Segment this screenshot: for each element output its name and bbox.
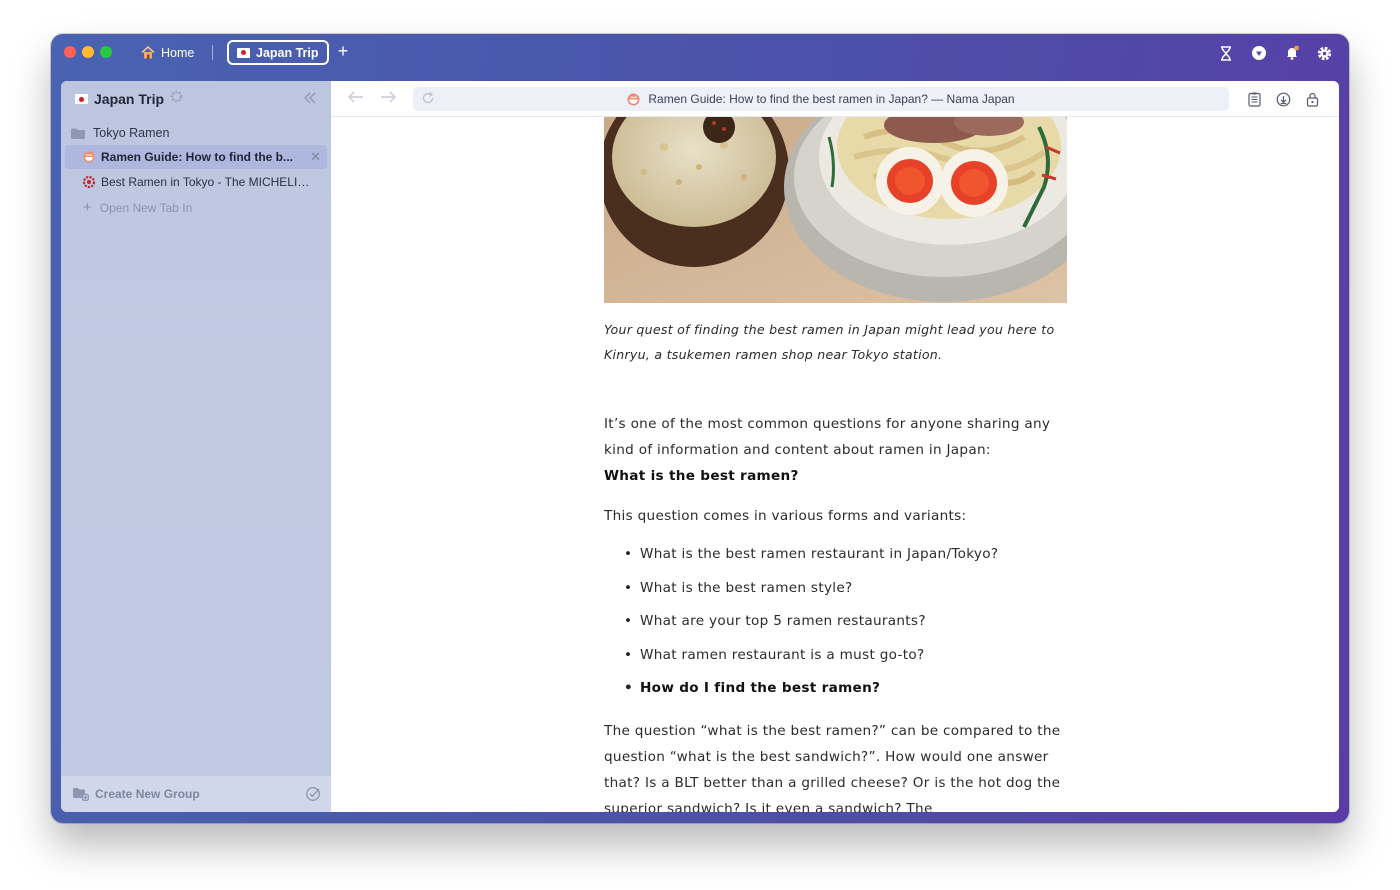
tab-home[interactable]: Home [131,40,204,65]
browser-toolbar: Ramen Guide: How to find the best ramen … [331,81,1339,117]
ramen-favicon [627,93,640,105]
japan-flag-icon [75,94,88,104]
browser-window: Home Japan Trip + Japan Trip Tokyo Ramen… [51,34,1349,823]
sidebar: Japan Trip Tokyo Ramen Ramen Guide: How … [61,81,331,812]
close-window-button[interactable] [64,46,76,58]
page-title: Ramen Guide: How to find the best ramen … [648,92,1015,106]
variants-intro: This question comes in various forms and… [604,508,967,524]
tab-divider [212,45,213,60]
closing-paragraph: The question “what is the best ramen?” c… [604,723,1061,812]
lock-icon[interactable] [1303,90,1321,108]
list-item: What are your top 5 ramen restaurants? [624,608,1064,642]
plus-icon: + [83,199,92,216]
title-bar: Home Japan Trip + [51,34,1349,72]
list-item: How do I find the best ramen? [624,675,1064,709]
browser-pane: Ramen Guide: How to find the best ramen … [331,81,1339,812]
gear-icon[interactable] [1314,43,1334,63]
ramen-photo [604,117,1067,303]
open-new-tab-label: Open New Tab In [99,200,193,215]
photo-caption: Your quest of finding the best ramen in … [604,322,1055,362]
sidebar-item-michelin[interactable]: Best Ramen in Tokyo - The MICHELIN... [65,170,327,194]
ramen-favicon [83,151,95,163]
intro-paragraph: It’s one of the most common questions fo… [604,411,1067,489]
intro-text: It’s one of the most common questions fo… [604,416,1051,458]
house-icon [141,46,155,59]
collapse-sidebar-icon[interactable] [303,91,317,109]
content-area: Japan Trip Tokyo Ramen Ramen Guide: How … [61,81,1339,812]
michelin-favicon [83,176,95,188]
sidebar-title: Japan Trip [94,91,165,107]
sidebar-item-label: Ramen Guide: How to find the b... [101,150,293,164]
create-new-group-button[interactable]: Create New Group [61,776,331,812]
reload-icon[interactable] [421,91,435,108]
folder-icon [71,128,85,139]
forward-arrow-icon[interactable] [379,90,397,108]
sidebar-header: Japan Trip [61,81,331,117]
zoom-window-button[interactable] [100,46,112,58]
list-item: What is the best ramen style? [624,575,1064,609]
list-item: What ramen restaurant is a must go-to? [624,642,1064,676]
tab-home-label: Home [161,45,195,60]
back-arrow-icon[interactable] [347,90,365,108]
sidebar-item-ramen-guide[interactable]: Ramen Guide: How to find the b... ✕ [65,145,327,169]
intro-question: What is the best ramen? [604,468,799,484]
new-group-icon [73,787,89,801]
close-tab-icon[interactable]: ✕ [310,149,321,165]
select-tabs-icon[interactable] [305,786,321,805]
japan-flag-icon [237,47,250,58]
create-new-group-label: Create New Group [95,787,200,801]
tab-japan-trip[interactable]: Japan Trip [227,40,329,65]
article-content: Your quest of finding the best ramen in … [604,117,1069,812]
sidebar-item-label: Best Ramen in Tokyo - The MICHELIN... [101,175,315,189]
bell-icon[interactable] [1282,43,1302,63]
open-new-tab-in-button[interactable]: + Open New Tab In [83,199,192,216]
sidebar-group-tokyo-ramen[interactable]: Tokyo Ramen [71,122,169,144]
list-item: What is the best ramen restaurant in Jap… [624,541,1064,575]
shield-icon[interactable] [1249,43,1269,63]
tab-japan-trip-label: Japan Trip [256,45,319,60]
download-icon[interactable] [1274,90,1292,108]
hourglass-icon[interactable] [1216,43,1236,63]
minimize-window-button[interactable] [82,46,94,58]
space-settings-icon[interactable] [170,90,183,108]
reader-mode-icon[interactable] [1245,90,1263,108]
new-tab-button[interactable]: + [333,41,353,62]
address-bar[interactable]: Ramen Guide: How to find the best ramen … [413,87,1229,111]
question-list: What is the best ramen restaurant in Jap… [624,541,1064,709]
group-label: Tokyo Ramen [93,126,170,140]
